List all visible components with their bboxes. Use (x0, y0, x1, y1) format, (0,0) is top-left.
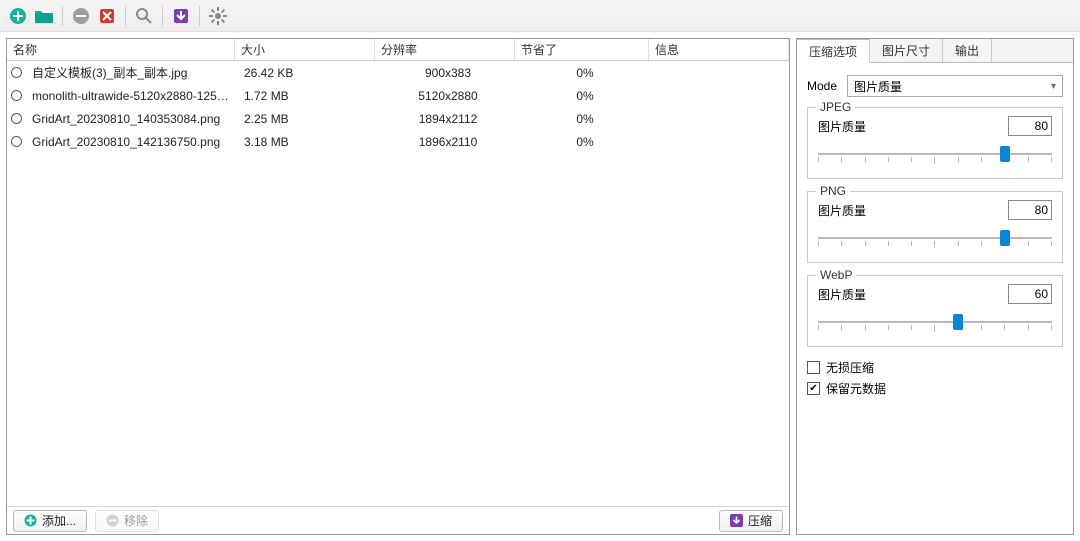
column-resolution[interactable]: 分辨率 (375, 39, 515, 60)
status-icon (11, 67, 22, 78)
webp-quality-input[interactable] (1008, 284, 1052, 304)
toolbar-divider (125, 6, 126, 26)
toolbar-divider (62, 6, 63, 26)
metadata-checkbox[interactable] (807, 382, 820, 395)
add-button[interactable]: 添加... (13, 510, 87, 532)
file-list-panel: 名称 大小 分辨率 节省了 信息 自定义模板(3)_副本_副本.jpg 26.4… (6, 38, 790, 535)
mode-select[interactable]: 图片质量 ▾ (847, 75, 1063, 97)
webp-quality-label: 图片质量 (818, 286, 1000, 303)
lossless-checkbox[interactable] (807, 361, 820, 374)
cell-resolution: 900x383 (378, 66, 518, 80)
cell-saved: 0% (518, 89, 652, 103)
tab-compress-options[interactable]: 压缩选项 (797, 39, 870, 63)
slider-track (818, 237, 1052, 239)
toolbar-divider (162, 6, 163, 26)
remove-button[interactable]: 移除 (95, 510, 159, 532)
column-saved[interactable]: 节省了 (515, 39, 649, 60)
lossless-label: 无损压缩 (826, 359, 874, 376)
table-row[interactable]: GridArt_20230810_140353084.png 2.25 MB 1… (7, 107, 789, 130)
main-toolbar (0, 0, 1080, 32)
cell-resolution: 1896x2110 (378, 135, 518, 149)
metadata-row[interactable]: 保留元数据 (807, 380, 1063, 397)
status-icon (11, 113, 22, 124)
slider-track (818, 153, 1052, 155)
cell-name: GridArt_20230810_140353084.png (26, 112, 238, 126)
compress-button[interactable]: 压缩 (719, 510, 783, 532)
mode-row: Mode 图片质量 ▾ (807, 75, 1063, 97)
cell-size: 26.42 KB (238, 66, 378, 80)
search-icon[interactable] (132, 4, 156, 28)
file-list-footer: 添加... 移除 压缩 (7, 506, 789, 534)
column-info[interactable]: 信息 (649, 39, 789, 60)
webp-legend: WebP (816, 268, 856, 282)
cell-saved: 0% (518, 135, 652, 149)
png-quality-label: 图片质量 (818, 202, 1000, 219)
file-list-header: 名称 大小 分辨率 节省了 信息 (7, 39, 789, 61)
table-row[interactable]: monolith-ultrawide-5120x2880-12540.jp 1.… (7, 84, 789, 107)
cell-size: 3.18 MB (238, 135, 378, 149)
cell-size: 2.25 MB (238, 112, 378, 126)
cell-saved: 0% (518, 66, 652, 80)
delete-icon[interactable] (95, 4, 119, 28)
open-folder-icon[interactable] (32, 4, 56, 28)
content-area: 名称 大小 分辨率 节省了 信息 自定义模板(3)_副本_副本.jpg 26.4… (0, 32, 1080, 541)
file-list-body[interactable]: 自定义模板(3)_副本_副本.jpg 26.42 KB 900x383 0% m… (7, 61, 789, 506)
webp-quality-slider[interactable] (818, 312, 1052, 332)
mode-selected-value: 图片质量 (854, 78, 902, 95)
options-tabs: 压缩选项 图片尺寸 输出 (797, 39, 1073, 63)
add-icon[interactable] (6, 4, 30, 28)
slider-ticks (818, 157, 1052, 163)
webp-section: WebP 图片质量 (807, 275, 1063, 347)
slider-track (818, 321, 1052, 323)
compress-button-label: 压缩 (748, 512, 772, 529)
toolbar-divider (199, 6, 200, 26)
add-button-label: 添加... (42, 512, 76, 529)
png-quality-input[interactable] (1008, 200, 1052, 220)
mode-label: Mode (807, 79, 837, 93)
slider-thumb[interactable] (1000, 230, 1010, 246)
png-section: PNG 图片质量 (807, 191, 1063, 263)
cell-size: 1.72 MB (238, 89, 378, 103)
cell-name: GridArt_20230810_142136750.png (26, 135, 238, 149)
options-body: Mode 图片质量 ▾ JPEG 图片质量 (797, 63, 1073, 534)
remove-icon (106, 514, 119, 527)
options-panel: 压缩选项 图片尺寸 输出 Mode 图片质量 ▾ JPEG 图片质量 (796, 38, 1074, 535)
slider-thumb[interactable] (1000, 146, 1010, 162)
slider-ticks (818, 325, 1052, 331)
chevron-down-icon: ▾ (1051, 81, 1056, 92)
slider-thumb[interactable] (953, 314, 963, 330)
lossless-row[interactable]: 无损压缩 (807, 359, 1063, 376)
png-quality-slider[interactable] (818, 228, 1052, 248)
metadata-label: 保留元数据 (826, 380, 886, 397)
settings-icon[interactable] (206, 4, 230, 28)
status-icon (11, 136, 22, 147)
cell-resolution: 1894x2112 (378, 112, 518, 126)
compress-down-icon (730, 514, 743, 527)
add-icon (24, 514, 37, 527)
jpeg-section: JPEG 图片质量 (807, 107, 1063, 179)
cell-resolution: 5120x2880 (378, 89, 518, 103)
table-row[interactable]: 自定义模板(3)_副本_副本.jpg 26.42 KB 900x383 0% (7, 61, 789, 84)
column-name[interactable]: 名称 (7, 39, 235, 60)
jpeg-legend: JPEG (816, 100, 855, 114)
compress-down-icon[interactable] (169, 4, 193, 28)
table-row[interactable]: GridArt_20230810_142136750.png 3.18 MB 1… (7, 130, 789, 153)
remove-icon[interactable] (69, 4, 93, 28)
column-size[interactable]: 大小 (235, 39, 375, 60)
slider-ticks (818, 241, 1052, 247)
png-legend: PNG (816, 184, 850, 198)
jpeg-quality-input[interactable] (1008, 116, 1052, 136)
tab-image-size[interactable]: 图片尺寸 (870, 39, 943, 62)
jpeg-quality-slider[interactable] (818, 144, 1052, 164)
tab-output[interactable]: 输出 (943, 39, 992, 62)
status-icon (11, 90, 22, 101)
remove-button-label: 移除 (124, 512, 148, 529)
jpeg-quality-label: 图片质量 (818, 118, 1000, 135)
cell-saved: 0% (518, 112, 652, 126)
cell-name: monolith-ultrawide-5120x2880-12540.jp (26, 89, 238, 103)
cell-name: 自定义模板(3)_副本_副本.jpg (26, 64, 238, 81)
